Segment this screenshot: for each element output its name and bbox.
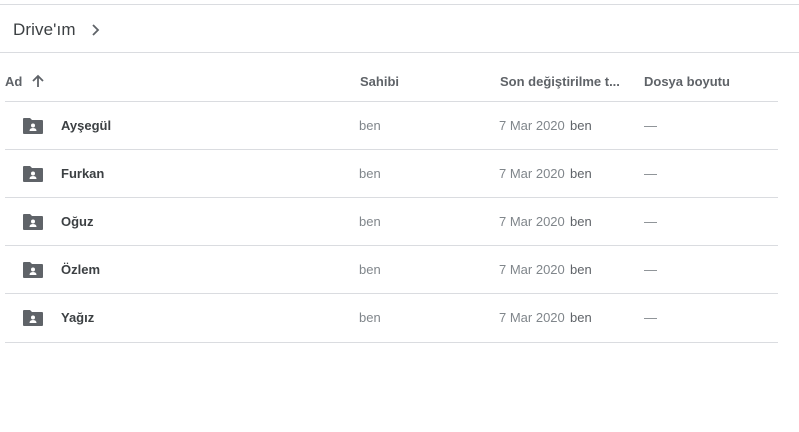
modified-by: ben (570, 118, 592, 133)
table-row[interactable]: Furkan ben 7 Mar 2020 ben — (5, 149, 778, 198)
file-size: — (644, 214, 657, 229)
modified-by: ben (570, 214, 592, 229)
modified-date: 7 Mar 2020 (499, 118, 565, 133)
folder-name[interactable]: Oğuz (61, 214, 94, 229)
shared-folder-icon (22, 309, 44, 327)
column-header-owner[interactable]: Sahibi (360, 74, 399, 89)
column-header-size[interactable]: Dosya boyutu (644, 74, 730, 89)
folder-name[interactable]: Furkan (61, 166, 104, 181)
file-size: — (644, 118, 657, 133)
owner-cell: ben (359, 118, 381, 133)
shared-folder-icon (22, 213, 44, 231)
shared-folder-icon (22, 117, 44, 135)
modified-date: 7 Mar 2020 (499, 166, 565, 181)
owner-cell: ben (359, 310, 381, 325)
modified-by: ben (570, 310, 592, 325)
table-row[interactable]: Özlem ben 7 Mar 2020 ben — (5, 245, 778, 294)
file-size: — (644, 310, 657, 325)
arrow-up-icon[interactable] (30, 73, 46, 89)
modified-by: ben (570, 262, 592, 277)
table-row[interactable]: Oğuz ben 7 Mar 2020 ben — (5, 197, 778, 246)
owner-cell: ben (359, 214, 381, 229)
breadcrumb-my-drive[interactable]: Drive'ım (13, 20, 76, 40)
breadcrumb[interactable]: Drive'ım (13, 17, 102, 43)
table-row[interactable]: Ayşegül ben 7 Mar 2020 ben — (5, 101, 778, 150)
folder-name[interactable]: Yağız (61, 310, 94, 325)
chevron-right-icon[interactable] (88, 23, 102, 37)
top-divider (0, 4, 799, 5)
folder-name[interactable]: Ayşegül (61, 118, 111, 133)
owner-cell: ben (359, 166, 381, 181)
modified-date: 7 Mar 2020 (499, 262, 565, 277)
modified-by: ben (570, 166, 592, 181)
modified-date: 7 Mar 2020 (499, 214, 565, 229)
shared-folder-icon (22, 261, 44, 279)
shared-folder-icon (22, 165, 44, 183)
modified-date: 7 Mar 2020 (499, 310, 565, 325)
folder-name[interactable]: Özlem (61, 262, 100, 277)
column-header-modified[interactable]: Son değiştirilme t... (500, 74, 620, 89)
column-header-name[interactable]: Ad (5, 74, 22, 89)
file-size: — (644, 262, 657, 277)
table-row[interactable]: Yağız ben 7 Mar 2020 ben — (5, 293, 778, 343)
header-divider (0, 52, 799, 53)
file-size: — (644, 166, 657, 181)
owner-cell: ben (359, 262, 381, 277)
